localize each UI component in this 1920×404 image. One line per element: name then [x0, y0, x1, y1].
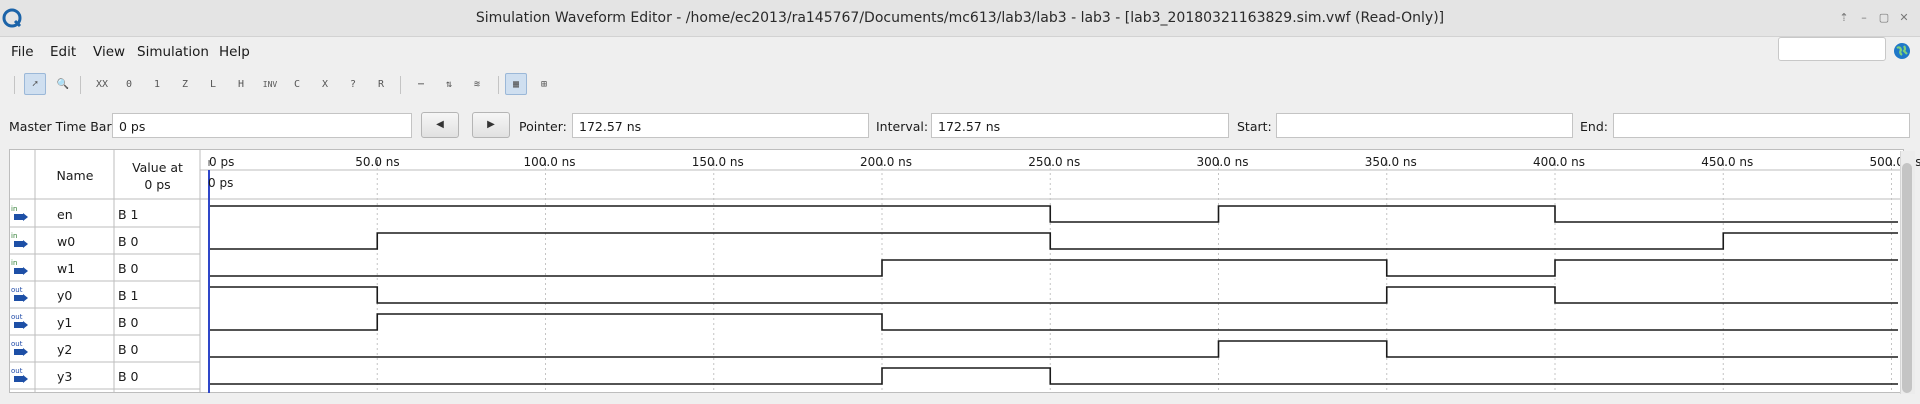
- ruler-tick-label: 50.0 ns: [355, 155, 400, 169]
- pin-arrow: [23, 321, 28, 329]
- output-pin-icon: out: [11, 367, 28, 383]
- ruler-tick-label: 0 ps: [209, 155, 235, 169]
- pin-direction-text: in: [11, 205, 17, 213]
- ruler-tick-label: 400.0 ns: [1533, 155, 1586, 169]
- waveform-y3[interactable]: [209, 367, 1898, 385]
- ruler-tick-label: 450.0 ns: [1701, 155, 1754, 169]
- output-pin-icon: out: [11, 286, 28, 302]
- pin-direction-text: out: [11, 340, 23, 348]
- scrollbar-thumb[interactable]: [1902, 163, 1912, 393]
- signal-value: B 1: [118, 288, 139, 303]
- signal-value: B 1: [118, 207, 139, 222]
- signal-value: B 0: [118, 261, 139, 276]
- ruler-tick-label: 150.0 ns: [691, 155, 744, 169]
- pin-arrow: [23, 240, 28, 248]
- signal-name[interactable]: en: [57, 207, 73, 222]
- ruler-tick-label: 350.0 ns: [1364, 155, 1417, 169]
- pin-arrow: [23, 348, 28, 356]
- pin-arrow: [23, 375, 28, 383]
- pin-arrow: [23, 213, 28, 221]
- pin-arrow: [23, 294, 28, 302]
- waveform-w1[interactable]: [209, 259, 1898, 277]
- ruler-tick-label: 100.0 ns: [523, 155, 576, 169]
- pin-body: [14, 241, 23, 247]
- output-pin-icon: out: [11, 313, 28, 329]
- pin-direction-text: in: [11, 259, 17, 267]
- name-column-header[interactable]: Name: [36, 168, 114, 183]
- value-column-header[interactable]: Value at: [115, 160, 200, 175]
- pin-body: [14, 322, 23, 328]
- signal-name[interactable]: y0: [57, 288, 72, 303]
- input-pin-icon: in: [11, 259, 28, 275]
- pin-arrow: [23, 267, 28, 275]
- waveform-y0[interactable]: [209, 286, 1898, 304]
- signal-name[interactable]: w0: [57, 234, 75, 249]
- signal-name[interactable]: w1: [57, 261, 75, 276]
- waveform-y1[interactable]: [209, 313, 1898, 331]
- pin-direction-text: in: [11, 232, 17, 240]
- waveform-grid: [9, 150, 1902, 393]
- master-time-bar-label-flag: 0 ps: [208, 176, 234, 190]
- signal-value: B 0: [118, 342, 139, 357]
- input-pin-icon: in: [11, 232, 28, 248]
- output-pin-icon: out: [11, 340, 28, 356]
- pin-direction-text: out: [11, 313, 23, 321]
- signal-value: B 0: [118, 315, 139, 330]
- input-pin-icon: in: [11, 205, 28, 221]
- signal-name[interactable]: y1: [57, 315, 72, 330]
- ruler-tick-label: 300.0 ns: [1196, 155, 1249, 169]
- ruler-tick-label: 250.0 ns: [1028, 155, 1081, 169]
- pin-direction-text: out: [11, 367, 23, 375]
- signal-value: B 0: [118, 234, 139, 249]
- pin-body: [14, 349, 23, 355]
- ruler-tick-label: 200.0 ns: [860, 155, 913, 169]
- pin-body: [14, 376, 23, 382]
- pin-body: [14, 268, 23, 274]
- waveform-en[interactable]: [209, 205, 1898, 223]
- pin-direction-text: out: [11, 286, 23, 294]
- pin-body: [14, 214, 23, 220]
- value-column-time: 0 ps: [144, 177, 171, 192]
- waveform-y2[interactable]: [209, 340, 1898, 358]
- waveform-w0[interactable]: [209, 232, 1898, 250]
- pin-body: [14, 295, 23, 301]
- signal-name[interactable]: y2: [57, 342, 72, 357]
- signal-name[interactable]: y3: [57, 369, 72, 384]
- signal-value: B 0: [118, 369, 139, 384]
